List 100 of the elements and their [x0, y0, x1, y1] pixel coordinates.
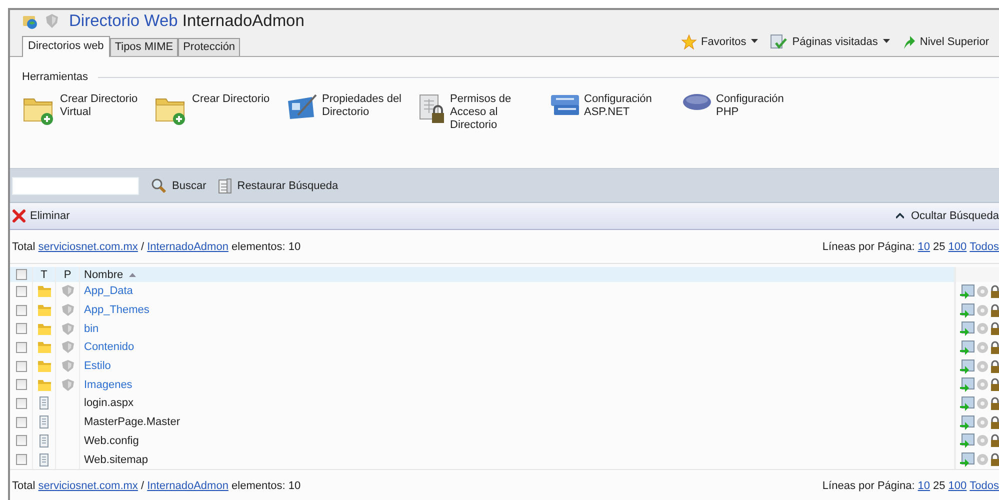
shield-icon — [60, 284, 74, 298]
folder-link[interactable]: App_Themes — [84, 304, 150, 316]
curved-arrow-icon — [902, 34, 916, 50]
row-checkbox[interactable] — [16, 304, 26, 316]
star-icon — [681, 34, 698, 50]
folder-link[interactable]: InternadoAdmon — [147, 240, 228, 252]
file-name: login.aspx — [84, 397, 134, 410]
gear-icon — [976, 340, 989, 354]
tool-button[interactable]: Configuración ASP.NET — [550, 93, 682, 132]
tab[interactable]: Directorios web — [22, 36, 110, 57]
row-checkbox[interactable] — [16, 360, 26, 372]
document-icon — [39, 434, 49, 448]
folder-globe-icon — [22, 13, 38, 29]
row-checkbox[interactable] — [16, 286, 26, 297]
tool-button[interactable]: Configuración PHP — [682, 93, 814, 132]
shield-icon — [60, 378, 74, 392]
folder-link[interactable]: Estilo — [84, 360, 111, 372]
page-size-link[interactable]: 25 — [933, 240, 946, 252]
tool-button[interactable]: Permisos de Acceso al Directorio — [418, 93, 550, 132]
lock-icon — [990, 321, 999, 336]
file-name: Web.config — [84, 434, 139, 447]
gear-icon — [976, 453, 989, 466]
gear-icon — [976, 378, 989, 392]
file-name: MasterPage.Master — [84, 416, 180, 428]
column-header[interactable]: P — [64, 268, 72, 280]
column-header[interactable]: T — [40, 268, 48, 280]
lock-icon — [990, 284, 999, 299]
shield-icon — [60, 340, 74, 354]
folder-link[interactable]: Contenido — [84, 341, 134, 354]
row-checkbox[interactable] — [16, 379, 26, 390]
gear-icon — [976, 396, 989, 410]
folder-link[interactable]: InternadoAdmon — [147, 480, 228, 492]
hide-search-button[interactable]: Ocultar Búsqueda — [896, 210, 999, 222]
document-lock-icon — [418, 93, 446, 125]
search-button[interactable]: Buscar — [151, 178, 206, 194]
search-field[interactable] — [12, 176, 139, 194]
lines-per-page-label: Líneas por Página: — [822, 240, 915, 252]
row-checkbox[interactable] — [16, 398, 26, 409]
lock-icon — [990, 340, 999, 355]
page-size-link[interactable]: 100 — [948, 240, 967, 252]
page-size-link[interactable]: 100 — [948, 480, 967, 492]
folder-icon — [36, 359, 52, 374]
search-icon — [151, 178, 167, 194]
folder-icon — [36, 340, 52, 354]
lock-icon — [990, 302, 999, 318]
lock-icon — [990, 433, 999, 448]
tool-button[interactable]: Propiedades del Directorio — [286, 93, 418, 132]
window-title: Directorio Web InternadoAdmon — [69, 12, 304, 30]
folder-link[interactable]: Imagenes — [84, 378, 132, 391]
select-all-checkbox[interactable] — [16, 269, 26, 280]
page-size-link[interactable]: Todos — [970, 240, 999, 252]
column-header[interactable]: Nombre — [84, 268, 124, 280]
page-size-link[interactable]: 25 — [933, 480, 946, 492]
gear-icon — [976, 322, 989, 336]
nav-menu-button[interactable]: Páginas visitadas — [770, 34, 890, 50]
gear-icon — [976, 434, 989, 448]
folder-link[interactable]: bin — [84, 322, 99, 335]
lock-icon — [990, 377, 999, 392]
delete-icon — [12, 209, 26, 223]
row-checkbox[interactable] — [16, 416, 26, 428]
row-checkbox[interactable] — [16, 435, 26, 446]
section-title: Herramientas — [22, 71, 88, 83]
card-pen-icon — [286, 93, 318, 121]
tab[interactable]: Tipos MIME — [110, 38, 178, 56]
gear-icon — [976, 360, 989, 373]
folder-link[interactable]: App_Data — [84, 285, 133, 298]
page-size-link[interactable]: 10 — [918, 240, 930, 252]
lock-icon — [990, 396, 999, 411]
chevron-up-icon — [896, 213, 904, 219]
document-icon — [39, 415, 49, 430]
folder-icon — [36, 378, 52, 392]
document-icon — [39, 396, 49, 410]
summary-text: Total serviciosnet.com.mx / InternadoAdmon elementos: 10 — [12, 240, 301, 252]
lock-icon — [990, 358, 999, 374]
nav-menu-button[interactable]: Favoritos — [681, 34, 758, 50]
folder-icon — [36, 303, 52, 318]
tool-button[interactable]: Crear Directorio Virtual — [22, 93, 154, 132]
shield-icon — [44, 13, 60, 29]
document-stack-icon — [218, 178, 232, 194]
row-checkbox[interactable] — [16, 323, 26, 334]
page-size-link[interactable]: Todos — [970, 480, 999, 492]
tab[interactable]: Protección — [178, 38, 240, 56]
row-checkbox[interactable] — [16, 454, 26, 466]
gear-icon — [976, 284, 989, 298]
folder-icon — [36, 322, 52, 336]
site-link[interactable]: serviciosnet.com.mx — [38, 240, 138, 252]
restore-search-button[interactable]: Restaurar Búsqueda — [218, 178, 338, 194]
up-level-button[interactable]: Nivel Superior — [902, 34, 989, 50]
tool-button[interactable]: Crear Directorio — [154, 93, 286, 132]
delete-button[interactable]: Eliminar — [12, 209, 70, 223]
shield-icon — [60, 359, 74, 374]
page-size-link[interactable]: 10 — [918, 480, 930, 492]
file-name: Web.sitemap — [84, 454, 148, 466]
page-check-icon — [770, 34, 788, 50]
php-logo-icon — [682, 93, 712, 111]
site-link[interactable]: serviciosnet.com.mx — [38, 480, 138, 492]
shield-icon — [60, 322, 74, 336]
lock-icon — [990, 414, 999, 430]
row-checkbox[interactable] — [16, 342, 26, 353]
lines-per-page-label: Líneas por Página: — [822, 480, 915, 492]
